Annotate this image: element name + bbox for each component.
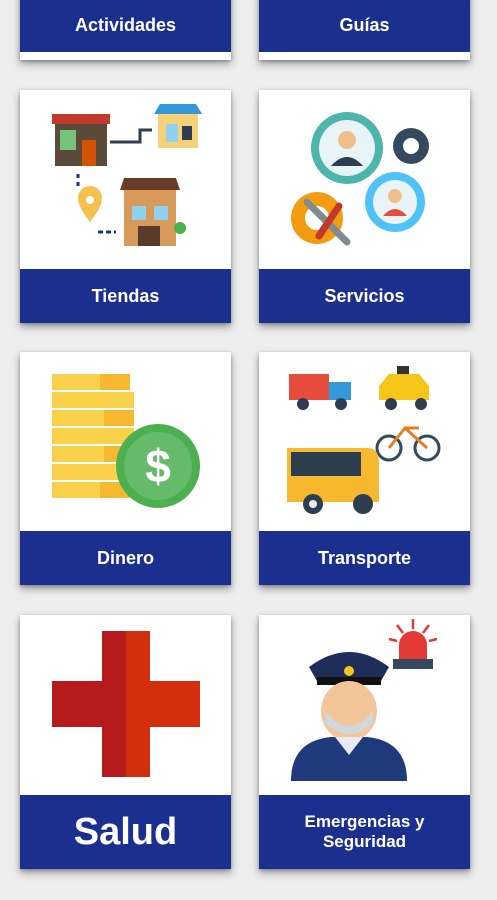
card-label: Actividades — [20, 0, 231, 52]
transport-vehicles-icon — [259, 352, 470, 531]
card-transporte[interactable]: Transporte — [259, 352, 470, 585]
card-label: Transporte — [259, 531, 470, 585]
card-label: Servicios — [259, 269, 470, 323]
services-gears-icon — [259, 90, 470, 269]
card-emergencias-seguridad[interactable]: Emergencias y Seguridad — [259, 615, 470, 869]
card-tiendas[interactable]: Tiendas — [20, 90, 231, 323]
card-label: Salud — [20, 795, 231, 869]
card-label: Emergencias y Seguridad — [259, 795, 470, 869]
police-officer-siren-icon — [259, 615, 470, 795]
card-actividades[interactable]: Actividades — [20, 0, 231, 60]
shops-map-icon — [20, 90, 231, 269]
svg-text:$: $ — [145, 440, 171, 492]
money-coins-icon: $ — [20, 352, 231, 531]
card-salud[interactable]: Salud — [20, 615, 231, 869]
card-label: Guías — [259, 0, 470, 52]
red-cross-icon — [20, 615, 231, 795]
card-guias[interactable]: Guías — [259, 0, 470, 60]
card-dinero[interactable]: $ Dinero — [20, 352, 231, 585]
card-label: Tiendas — [20, 269, 231, 323]
card-servicios[interactable]: Servicios — [259, 90, 470, 323]
card-label: Dinero — [20, 531, 231, 585]
